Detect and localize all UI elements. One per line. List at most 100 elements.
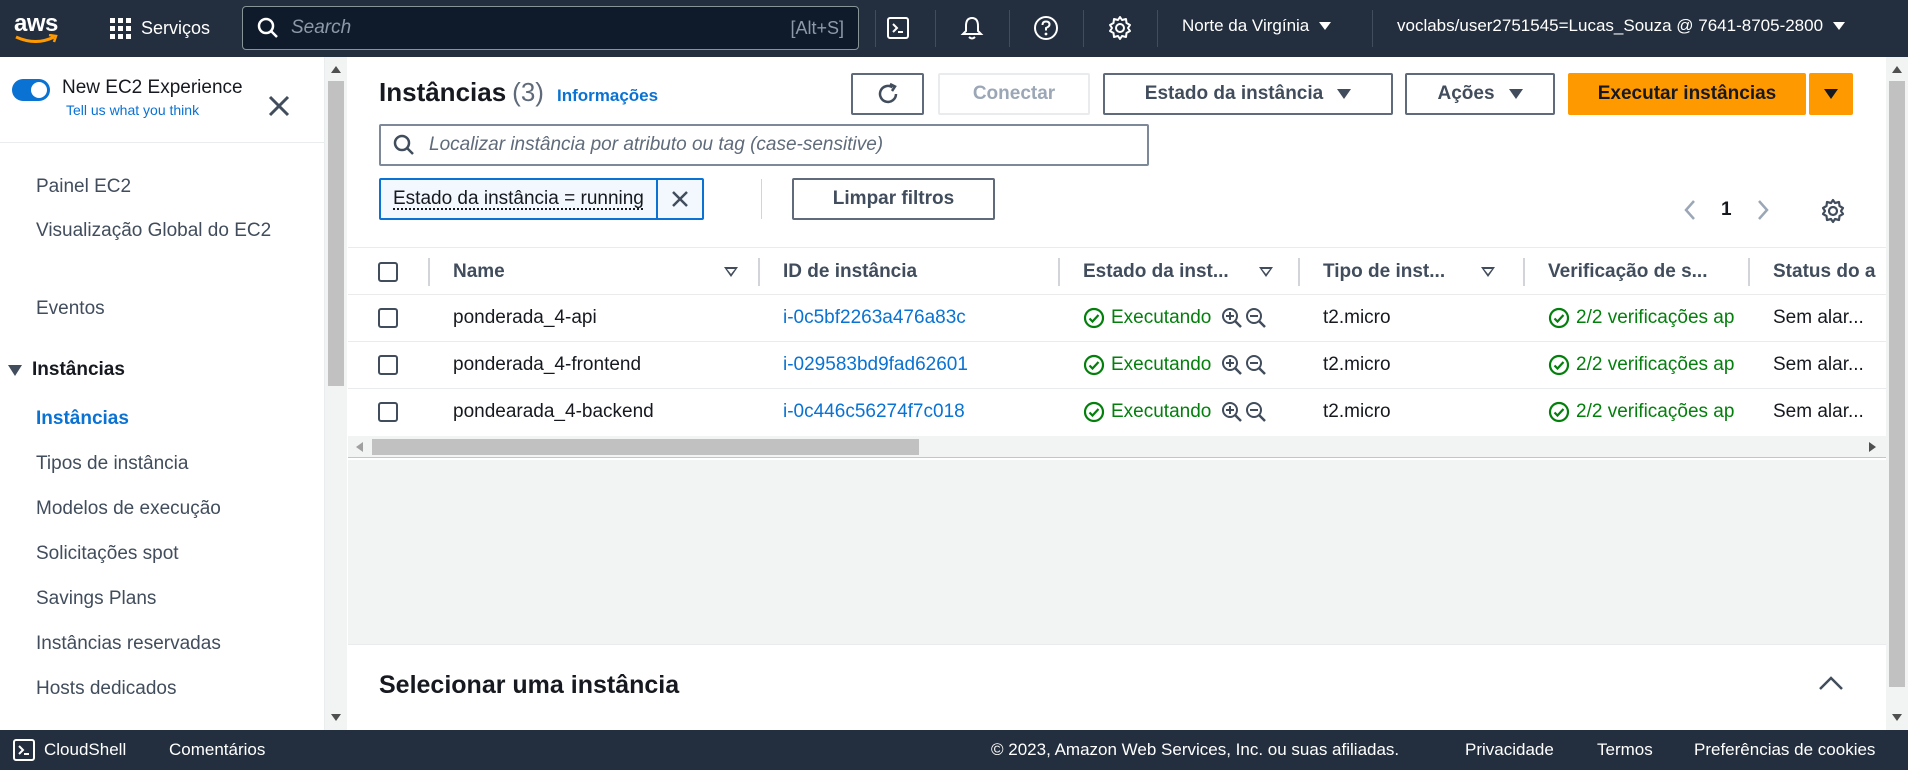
- nav-divider: [1372, 10, 1373, 47]
- column-header-status-check[interactable]: Verificação de s...: [1548, 248, 1738, 296]
- sort-icon[interactable]: [1256, 248, 1276, 296]
- aws-logo[interactable]: aws: [14, 12, 64, 44]
- chevron-up-icon[interactable]: [1818, 675, 1844, 691]
- footer: CloudShell Comentários © 2023, Amazon We…: [0, 730, 1908, 770]
- launch-dropdown-button[interactable]: [1809, 73, 1853, 115]
- column-header-alarm-status[interactable]: Status do a: [1773, 248, 1886, 296]
- sidebar-item-events[interactable]: Eventos: [36, 293, 286, 325]
- main-scrollbar[interactable]: [1886, 57, 1908, 730]
- cloudshell-button[interactable]: CloudShell: [12, 738, 126, 762]
- instance-name: ponderada_4-frontend: [453, 354, 642, 375]
- instance-id-link[interactable]: i-0c446c56274f7c018: [783, 389, 1053, 435]
- grid-icon: [110, 17, 131, 39]
- column-label: Tipo de inst...: [1323, 261, 1446, 282]
- scroll-right-icon[interactable]: [1869, 442, 1876, 452]
- scroll-down-icon[interactable]: [1892, 714, 1902, 721]
- sidebar-item-savings-plans[interactable]: Savings Plans: [36, 583, 286, 615]
- chevron-right-icon[interactable]: [1756, 199, 1770, 221]
- sidebar-item-ec2-dashboard[interactable]: Painel EC2: [36, 171, 286, 203]
- filter-token-label[interactable]: Estado da instância = running: [381, 180, 658, 218]
- column-header-name[interactable]: Name: [453, 248, 683, 296]
- table-row[interactable]: ponderada_4-api i-0c5bf2263a476a83c Exec…: [348, 295, 1886, 342]
- check-circle-icon: [1548, 354, 1570, 376]
- sort-icon[interactable]: [1478, 248, 1498, 296]
- refresh-button[interactable]: [851, 73, 924, 115]
- instance-state-button[interactable]: Estado da instância: [1103, 73, 1393, 115]
- scrollbar-thumb[interactable]: [372, 439, 919, 455]
- scroll-up-icon[interactable]: [331, 66, 341, 73]
- scroll-left-icon[interactable]: [356, 442, 363, 452]
- new-experience-title: New EC2 Experience: [62, 77, 243, 98]
- column-header-instance-type[interactable]: Tipo de inst...: [1323, 248, 1473, 296]
- row-checkbox[interactable]: [378, 308, 398, 328]
- sidebar-item-reserved-instances[interactable]: Instâncias reservadas: [36, 628, 286, 660]
- select-all-checkbox[interactable]: [378, 262, 398, 282]
- sidebar-item-instances[interactable]: Instâncias: [36, 403, 286, 435]
- terms-link[interactable]: Termos: [1597, 740, 1653, 760]
- gear-icon[interactable]: [1105, 13, 1135, 43]
- column-divider: [1523, 258, 1525, 286]
- sidebar-item-instance-types[interactable]: Tipos de instância: [36, 448, 286, 480]
- table-horizontal-scrollbar[interactable]: [348, 436, 1886, 458]
- table-row[interactable]: pondearada_4-backend i-0c446c56274f7c018…: [348, 389, 1886, 436]
- sidebar-item-launch-templates[interactable]: Modelos de execução: [36, 493, 286, 525]
- search-icon: [257, 17, 278, 38]
- services-menu[interactable]: Serviços: [110, 14, 210, 42]
- cookie-preferences-link[interactable]: Preferências de cookies: [1694, 740, 1875, 760]
- search-input[interactable]: Search [Alt+S]: [242, 6, 859, 50]
- check-circle-icon: [1548, 401, 1570, 423]
- sort-icon[interactable]: [721, 248, 741, 296]
- feedback-link[interactable]: Tell us what you think: [66, 102, 243, 118]
- new-experience-toggle[interactable]: [12, 79, 50, 101]
- sidebar-item-spot-requests[interactable]: Solicitações spot: [36, 538, 286, 570]
- row-checkbox[interactable]: [378, 355, 398, 375]
- services-label: Serviços: [141, 17, 211, 38]
- caret-down-icon: [1337, 89, 1352, 99]
- column-header-instance-id[interactable]: ID de instância: [783, 248, 1033, 296]
- zoom-in-icon[interactable]: [1221, 354, 1243, 376]
- nav-divider: [875, 10, 876, 47]
- zoom-in-icon[interactable]: [1221, 307, 1243, 329]
- cloudshell-icon[interactable]: [883, 13, 913, 43]
- sidebar-item-dedicated-hosts[interactable]: Hosts dedicados: [36, 673, 286, 705]
- instance-state-cell: Executando: [1083, 342, 1303, 388]
- sidebar-scrollbar[interactable]: [325, 57, 347, 730]
- region-selector[interactable]: Norte da Virgínia: [1182, 16, 1332, 36]
- instance-filter-input[interactable]: Localizar instância por atributo ou tag …: [379, 124, 1149, 166]
- clear-filters-button[interactable]: Limpar filtros: [792, 178, 995, 220]
- sidebar-section-instances[interactable]: Instâncias: [8, 359, 125, 381]
- table-settings-gear-icon[interactable]: [1820, 198, 1846, 224]
- info-link[interactable]: Informações: [557, 86, 658, 106]
- status-check-text: 2/2 verificações ap: [1576, 401, 1735, 422]
- comments-link[interactable]: Comentários: [169, 740, 265, 760]
- zoom-out-icon[interactable]: [1245, 401, 1267, 423]
- column-divider: [428, 258, 430, 286]
- zoom-out-icon[interactable]: [1245, 307, 1267, 329]
- sidebar-item-global-view[interactable]: Visualização Global do EC2: [36, 215, 286, 247]
- account-menu[interactable]: voclabs/user2751545=Lucas_Souza @ 7641-8…: [1397, 16, 1846, 36]
- chevron-left-icon[interactable]: [1683, 199, 1697, 221]
- current-page[interactable]: 1: [1721, 199, 1732, 221]
- remove-filter-button[interactable]: [658, 180, 702, 218]
- help-icon[interactable]: [1031, 13, 1061, 43]
- instance-state-cell: Executando: [1083, 295, 1303, 341]
- scrollbar-thumb[interactable]: [328, 81, 344, 386]
- scroll-up-icon[interactable]: [1892, 66, 1902, 73]
- row-checkbox[interactable]: [378, 402, 398, 422]
- scroll-down-icon[interactable]: [331, 714, 341, 721]
- table-row[interactable]: ponderada_4-frontend i-029583bd9fad62601…: [348, 342, 1886, 389]
- status-check-text: 2/2 verificações ap: [1576, 307, 1735, 328]
- connect-button[interactable]: Conectar: [938, 73, 1090, 115]
- instance-name: pondearada_4-backend: [453, 401, 654, 422]
- zoom-out-icon[interactable]: [1245, 354, 1267, 376]
- instance-id-link[interactable]: i-0c5bf2263a476a83c: [783, 295, 1053, 341]
- privacy-link[interactable]: Privacidade: [1465, 740, 1554, 760]
- scrollbar-thumb[interactable]: [1889, 81, 1905, 687]
- zoom-in-icon[interactable]: [1221, 401, 1243, 423]
- actions-button[interactable]: Ações: [1405, 73, 1555, 115]
- column-header-instance-state[interactable]: Estado da inst...: [1083, 248, 1253, 296]
- instance-id-link[interactable]: i-029583bd9fad62601: [783, 342, 1053, 388]
- launch-instances-button[interactable]: Executar instâncias: [1568, 73, 1806, 115]
- close-icon[interactable]: [266, 93, 294, 121]
- bell-icon[interactable]: [957, 13, 987, 43]
